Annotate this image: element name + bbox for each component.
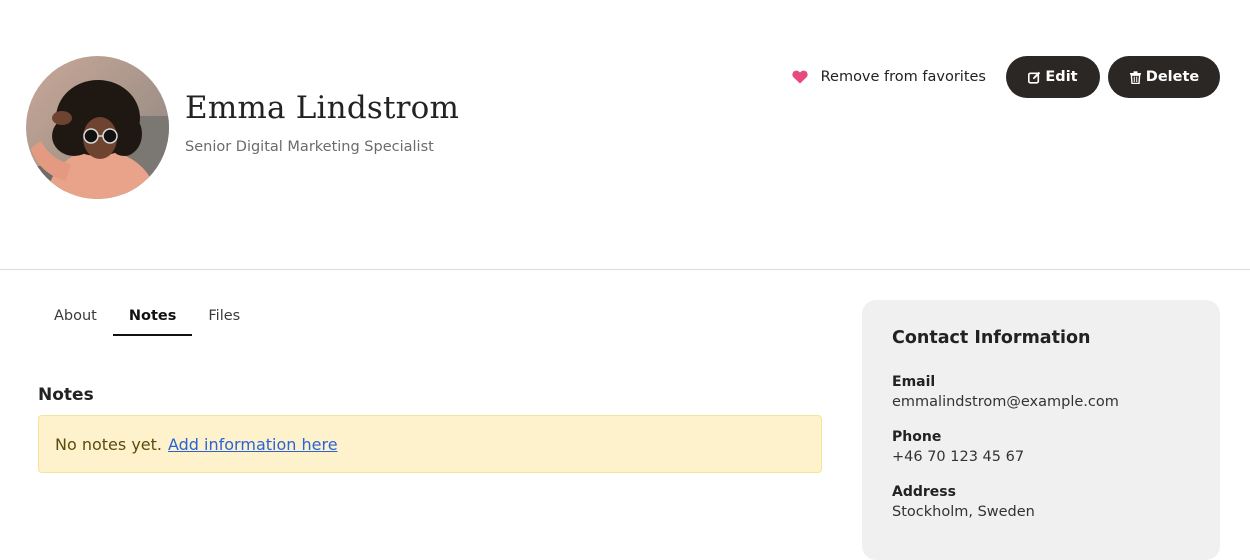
- notes-heading: Notes: [38, 385, 94, 405]
- tab-notes[interactable]: Notes: [112, 296, 193, 336]
- delete-label: Delete: [1145, 69, 1200, 85]
- profile-job-title: Senior Digital Marketing Specialist: [185, 139, 434, 155]
- profile-tabs: About Notes Files: [38, 296, 256, 336]
- contact-phone-value: +46 70 123 45 67: [892, 449, 1025, 465]
- contact-information-card: Contact Information Email emmalindstrom@…: [862, 300, 1220, 560]
- avatar-image: [26, 56, 169, 199]
- profile-header: Emma Lindstrom Senior Digital Marketing …: [0, 0, 1250, 270]
- contact-email-value: emmalindstrom@example.com: [892, 394, 1119, 410]
- header-actions: Remove from favorites Edit Delete: [791, 56, 1220, 98]
- delete-button[interactable]: Delete: [1108, 56, 1220, 98]
- contact-address-label: Address: [892, 484, 956, 500]
- contact-address-value: Stockholm, Sweden: [892, 504, 1035, 520]
- favorite-label: Remove from favorites: [820, 69, 986, 85]
- edit-button[interactable]: Edit: [1006, 56, 1100, 98]
- trash-icon: [1129, 70, 1142, 84]
- edit-label: Edit: [1045, 69, 1078, 85]
- notes-empty-alert: No notes yet. Add information here: [38, 415, 822, 473]
- contact-email-label: Email: [892, 374, 936, 390]
- contact-phone-label: Phone: [892, 429, 942, 445]
- add-information-link[interactable]: Add information here: [168, 435, 338, 454]
- heart-icon: [791, 70, 808, 84]
- remove-from-favorites-button[interactable]: Remove from favorites: [791, 69, 1006, 85]
- contact-email: Email emmalindstrom@example.com: [892, 374, 1190, 410]
- notes-empty-text: No notes yet.: [55, 434, 162, 454]
- tab-files[interactable]: Files: [192, 296, 256, 336]
- edit-icon: [1028, 71, 1041, 84]
- contact-heading: Contact Information: [892, 328, 1091, 348]
- contact-address: Address Stockholm, Sweden: [892, 484, 1190, 520]
- avatar: [26, 56, 169, 199]
- profile-name: Emma Lindstrom: [185, 90, 460, 126]
- tab-about[interactable]: About: [38, 296, 113, 336]
- contact-phone: Phone +46 70 123 45 67: [892, 429, 1190, 465]
